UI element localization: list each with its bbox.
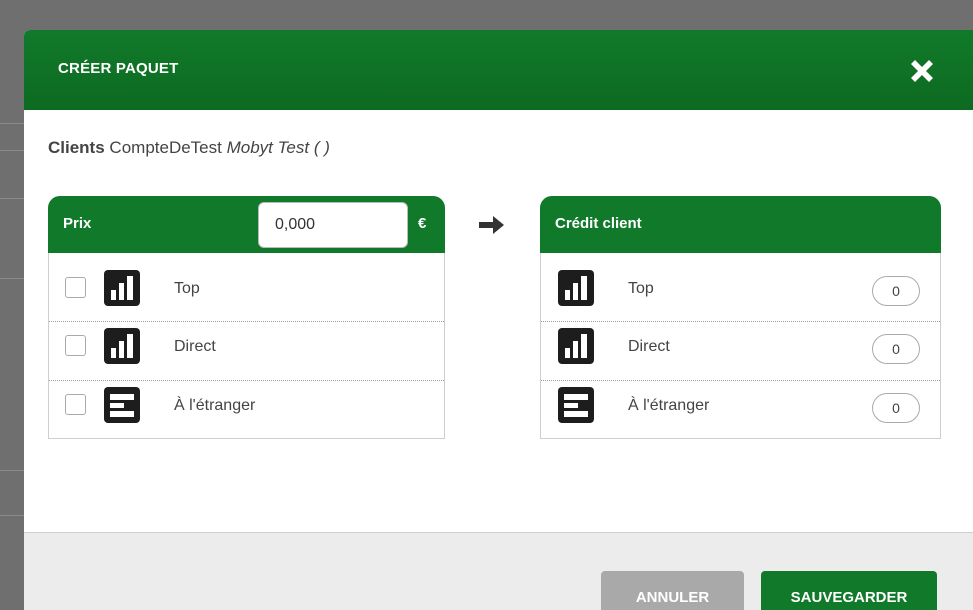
list-item: À l'étranger — [49, 381, 444, 439]
list-item: Direct — [49, 322, 444, 380]
list-item: Direct 0 — [541, 322, 940, 380]
foreign-checkbox[interactable] — [65, 394, 86, 415]
signal-bars-icon — [558, 328, 594, 364]
background-divider — [0, 123, 26, 124]
client-account: CompteDeTest — [109, 138, 222, 157]
dialog-footer: ANNULER SAUVEGARDER — [24, 532, 973, 610]
arrow-right-icon — [479, 214, 505, 236]
foreign-card-icon — [104, 387, 140, 423]
item-label: À l'étranger — [628, 397, 710, 414]
credit-count-badge: 0 — [872, 334, 920, 364]
credit-panel-header: Crédit client — [540, 196, 941, 253]
background-divider — [0, 278, 26, 279]
client-info: Clients CompteDeTest Mobyt Test ( ) — [48, 138, 330, 158]
cancel-button[interactable]: ANNULER — [601, 571, 744, 610]
top-checkbox[interactable] — [65, 277, 86, 298]
price-panel-header: Prix € — [48, 196, 445, 253]
item-label: Top — [174, 280, 200, 297]
signal-bars-icon — [558, 270, 594, 306]
item-label: Direct — [174, 338, 216, 355]
close-icon[interactable] — [906, 55, 938, 87]
client-detail: Mobyt Test ( ) — [226, 138, 330, 157]
background-divider — [0, 150, 26, 151]
signal-bars-icon — [104, 270, 140, 306]
item-label: À l'étranger — [174, 397, 256, 414]
price-panel: Prix € Top — [48, 196, 445, 439]
client-label: Clients — [48, 138, 105, 157]
credit-panel-title: Crédit client — [555, 215, 642, 232]
credit-panel: Crédit client Top 0 Direct 0 À l'étrange… — [540, 196, 941, 439]
list-item: Top — [49, 253, 444, 311]
list-item: Top 0 — [541, 253, 940, 311]
item-label: Direct — [628, 338, 670, 355]
list-item: À l'étranger 0 — [541, 381, 940, 439]
save-button[interactable]: SAUVEGARDER — [761, 571, 937, 610]
credit-count-badge: 0 — [872, 276, 920, 306]
background-divider — [0, 470, 26, 471]
background-divider — [0, 515, 26, 516]
item-label: Top — [628, 280, 654, 297]
foreign-card-icon — [558, 387, 594, 423]
price-input[interactable] — [258, 202, 408, 248]
direct-checkbox[interactable] — [65, 335, 86, 356]
create-package-dialog: CRÉER PAQUET Clients CompteDeTest Mobyt … — [24, 30, 973, 610]
currency-symbol: € — [418, 215, 427, 232]
price-panel-title: Prix — [63, 215, 92, 232]
dialog-header: CRÉER PAQUET — [24, 30, 973, 110]
dialog-title: CRÉER PAQUET — [58, 60, 179, 77]
credit-count-badge: 0 — [872, 393, 920, 423]
signal-bars-icon — [104, 328, 140, 364]
background-divider — [0, 198, 26, 199]
